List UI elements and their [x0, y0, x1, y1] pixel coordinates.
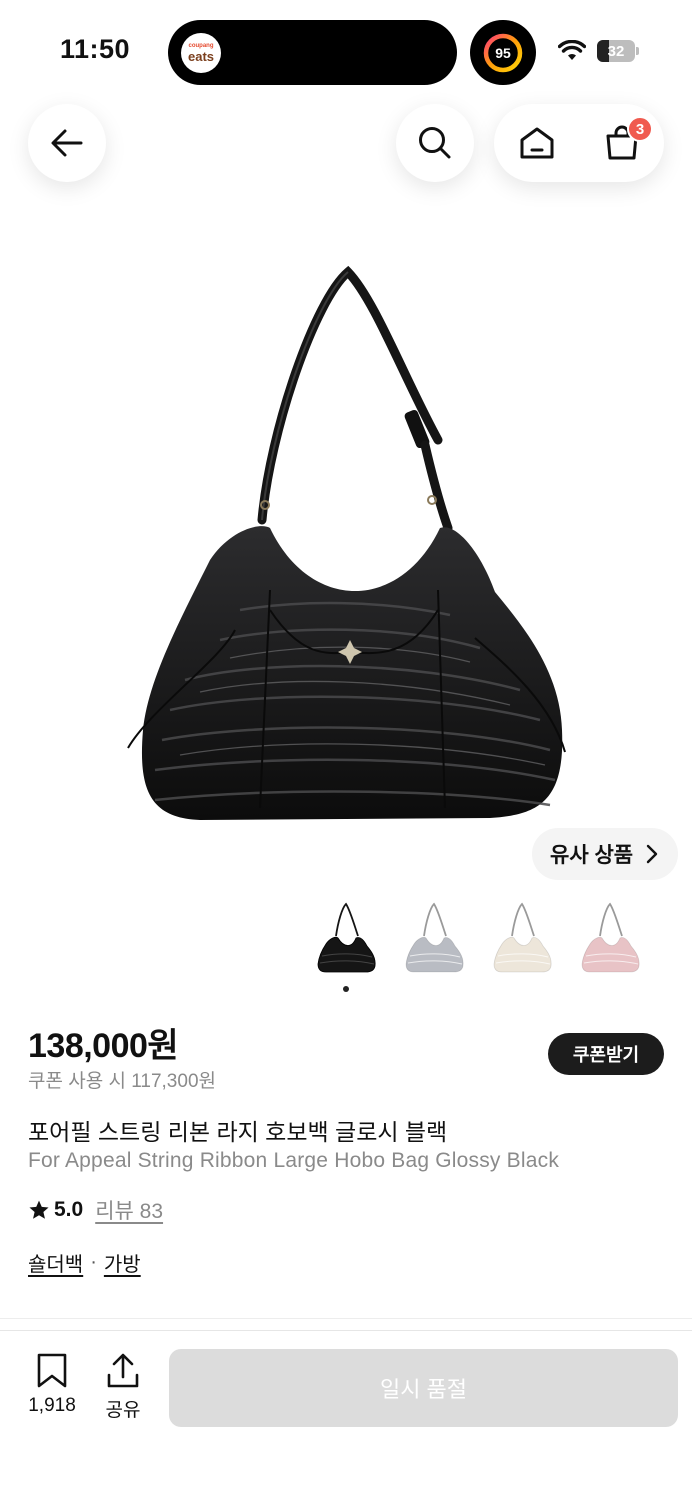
- product-price: 138,000원: [28, 1027, 179, 1065]
- search-button[interactable]: [396, 104, 474, 182]
- arrow-left-icon: [51, 129, 83, 157]
- thumbnail-indicator-dot: [343, 986, 349, 992]
- status-time: 11:50: [60, 34, 131, 64]
- product-image[interactable]: [110, 260, 580, 840]
- search-icon: [419, 127, 451, 159]
- similar-products-button[interactable]: 유사 상품: [532, 828, 678, 880]
- coupon-price-text: 쿠폰 사용 시 117,300원: [28, 1071, 216, 1092]
- category-separator: ·: [90, 1251, 97, 1273]
- status-bar: 11:50 coupang eats 95 32: [0, 0, 692, 100]
- product-title-ko: 포어필 스트링 리본 라지 호보백 글로시 블랙: [28, 1119, 448, 1145]
- back-button[interactable]: [28, 104, 106, 182]
- bookmark-button[interactable]: 1,918: [17, 1353, 87, 1417]
- bookmark-icon: [37, 1353, 67, 1388]
- thumbnail-2[interactable]: [400, 900, 468, 976]
- bookmark-count: 1,918: [28, 1395, 76, 1416]
- category-breadcrumb: 숄더백 · 가방: [28, 1248, 141, 1277]
- live-activity-brand: eats: [187, 49, 215, 64]
- share-button[interactable]: 공유: [88, 1353, 158, 1422]
- home-icon: [520, 127, 553, 159]
- review-link[interactable]: 리뷰 83: [95, 1195, 163, 1225]
- thumbnail-1[interactable]: [312, 900, 380, 976]
- category-link-shoulder-bag[interactable]: 숄더백: [28, 1248, 83, 1277]
- rating-value: 5.0: [54, 1198, 84, 1221]
- wifi-icon: [558, 40, 586, 60]
- bottom-action-bar: 1,918 공유 일시 품절: [0, 1330, 692, 1500]
- rating-row: 5.0 리뷰 83: [28, 1196, 163, 1224]
- temporarily-sold-out-button: 일시 품절: [169, 1349, 678, 1427]
- dynamic-island[interactable]: coupang eats: [168, 20, 457, 85]
- activity-ring-value: 95: [495, 44, 511, 61]
- category-link-bag[interactable]: 가방: [104, 1248, 141, 1277]
- home-button[interactable]: [494, 104, 579, 182]
- coupang-eats-icon[interactable]: coupang eats: [181, 33, 221, 73]
- similar-products-label: 유사 상품: [550, 844, 634, 867]
- share-label: 공유: [105, 1400, 141, 1421]
- cart-count-badge: 3: [627, 116, 653, 142]
- section-divider: [0, 1318, 692, 1319]
- home-cart-pill: 3: [494, 104, 664, 182]
- get-coupon-button[interactable]: 쿠폰받기: [548, 1033, 664, 1075]
- product-title-en: For Appeal String Ribbon Large Hobo Bag …: [28, 1149, 560, 1172]
- share-icon: [107, 1353, 139, 1388]
- chevron-right-icon: [646, 844, 658, 864]
- battery-indicator: 32: [597, 40, 639, 62]
- cart-button[interactable]: 3: [579, 104, 664, 182]
- star-icon: [29, 1200, 49, 1219]
- thumbnail-3[interactable]: [488, 900, 556, 976]
- color-thumbnails: [312, 900, 652, 980]
- activity-ring-badge[interactable]: 95: [470, 20, 536, 85]
- battery-percent: 32: [607, 42, 625, 60]
- thumbnail-4[interactable]: [576, 900, 644, 976]
